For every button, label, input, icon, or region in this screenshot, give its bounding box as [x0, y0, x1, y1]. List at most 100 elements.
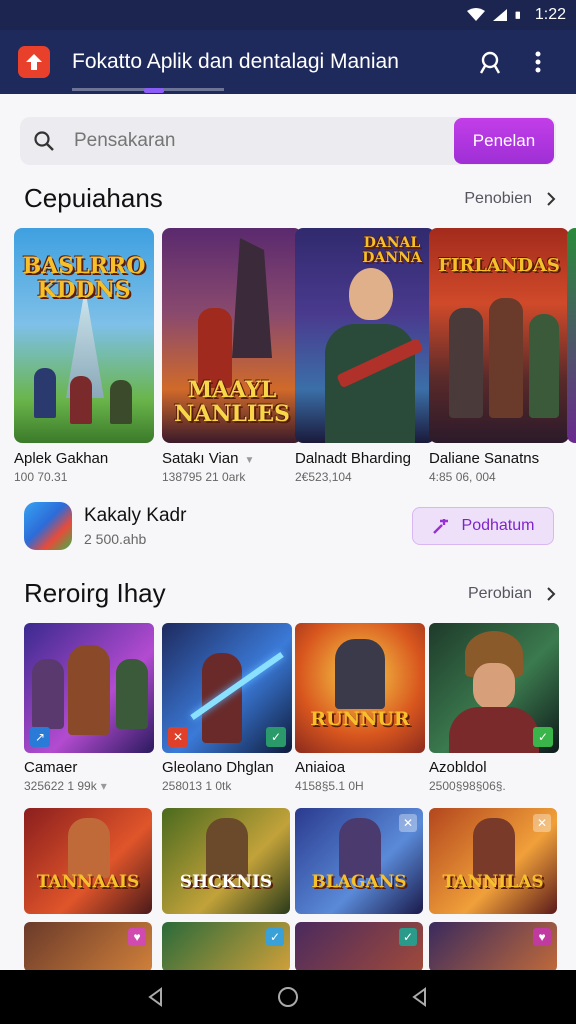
game-name: Daliane Sanatns: [429, 450, 540, 467]
game-art-title: MAAYL NANLIES: [174, 377, 290, 427]
back-icon[interactable]: [146, 987, 166, 1007]
game-tile[interactable]: ✓: [162, 922, 290, 972]
app-downloads: 2 500.ahb: [84, 531, 147, 547]
heart-badge-icon: ♥: [128, 928, 146, 946]
game-artwork: ✓: [429, 623, 559, 753]
signal-icon: [492, 9, 507, 21]
wifi-icon: [466, 8, 485, 21]
recents-icon[interactable]: [410, 987, 430, 1007]
close-badge-icon: ✕: [399, 814, 417, 832]
game-name: Aplek Gakhan: [14, 450, 109, 467]
game-name: Gleolano Dhglan: [162, 759, 274, 776]
game-meta: 2500§98§06§.: [429, 779, 506, 793]
game-artwork: BASLRRO KDDNS: [14, 228, 154, 443]
game-tile[interactable]: BLAGANS ✕: [295, 808, 423, 914]
see-more-link[interactable]: Perobian: [468, 585, 556, 603]
game-tile[interactable]: ♥: [429, 922, 557, 972]
account-button[interactable]: [470, 42, 510, 82]
section-header-trending: Reroirg Ihay Perobian: [24, 578, 556, 609]
search-bar: Penelan: [20, 117, 556, 165]
featured-card[interactable]: MAAYL NANLIES Satakı Vian ▼ 138795 21 0ar…: [162, 228, 302, 484]
game-meta: 4158§5.1 0H: [295, 779, 364, 793]
home-icon[interactable]: [277, 986, 299, 1008]
search-icon: [20, 117, 68, 165]
game-art-title: SHCKNIS: [179, 872, 273, 892]
install-button-label: Podhatum: [461, 517, 535, 534]
game-meta: 138795 21 0ark: [162, 470, 246, 484]
game-artwork: [567, 228, 576, 443]
game-art-title: TANNILAS: [442, 872, 544, 892]
check-badge-icon: ✓: [399, 928, 417, 946]
app-bar: Fokatto Aplik dan dentalagi Manian: [0, 30, 576, 94]
game-name: Satakı Vian ▼: [162, 450, 255, 467]
game-artwork: ✕ ✓: [162, 623, 292, 753]
app-logo-icon: [18, 46, 50, 78]
featured-card[interactable]: FIRLANDAS Daliane Sanatns 4:85 06, 004: [429, 228, 569, 484]
platform-badge-icon: ✕: [168, 727, 188, 747]
platform-badge-icon: ↗: [30, 727, 50, 747]
app-name: Kakaly Kadr: [84, 505, 187, 526]
game-tile[interactable]: TANNAAIS: [24, 808, 152, 914]
game-card[interactable]: RUNNUR Aniaioa 4158§5.1 0H: [295, 623, 425, 793]
featured-card-partial[interactable]: [567, 228, 576, 443]
game-art-title: TANNAAIS: [36, 872, 140, 892]
game-art-title: RUNNUR: [310, 708, 410, 730]
game-name: Aniaioa: [295, 759, 346, 776]
game-tile[interactable]: ♥: [24, 922, 152, 972]
chevron-right-icon: [547, 191, 556, 206]
tab-indicator-active: [144, 88, 164, 93]
featured-card[interactable]: DANAL DANNA Dalnadt Bharding 2€523,104: [295, 228, 435, 484]
game-card[interactable]: ✓ Azobldol 2500§98§06§.: [429, 623, 559, 793]
game-meta: 258013 1 0tk: [162, 779, 232, 793]
game-tile[interactable]: SHCKNIS: [162, 808, 290, 914]
more-options-button[interactable]: [518, 42, 558, 82]
game-meta: 4:85 06, 004: [429, 470, 496, 484]
sparkle-icon: [432, 519, 448, 534]
see-more-label: Penobien: [464, 189, 532, 207]
game-artwork: ↗: [24, 623, 154, 753]
game-meta: 325622 1 99k ▾: [24, 779, 107, 793]
game-art-title: BLAGANS: [311, 872, 407, 892]
account-icon: [479, 51, 501, 74]
see-more-link[interactable]: Penobien: [464, 190, 556, 208]
game-artwork: RUNNUR: [295, 623, 425, 753]
featured-card[interactable]: BASLRRO KDDNS Aplek Gakhan 100 70.31: [14, 228, 154, 484]
chevron-right-icon: [547, 586, 556, 601]
app-title: Fokatto Aplik dan dentalagi Manian: [72, 50, 399, 73]
app-icon: [24, 502, 72, 550]
check-badge-icon: ✓: [266, 928, 284, 946]
system-nav-bar: [0, 970, 576, 1024]
game-name: Dalnadt Bharding: [295, 450, 411, 467]
game-name: Azobldol: [429, 759, 487, 776]
featured-carousel: BASLRRO KDDNS Aplek Gakhan 100 70.31 MAA…: [14, 228, 576, 488]
game-artwork: MAAYL NANLIES: [162, 228, 302, 443]
install-button[interactable]: Podhatum: [412, 507, 554, 545]
promo-app-row[interactable]: Kakaly Kadr 2 500.ahb Podhatum: [24, 500, 554, 552]
see-more-label: Perobian: [467, 584, 532, 602]
status-bar: 1:22: [0, 0, 576, 30]
section-title: Reroirg Ihay: [24, 578, 166, 608]
game-meta: 100 70.31: [14, 470, 68, 484]
section-title: Cepuiahans: [24, 183, 163, 213]
game-tile[interactable]: TANNILAS ✕: [429, 808, 557, 914]
game-art-title: BASLRRO KDDNS: [22, 253, 146, 303]
game-tile[interactable]: ✓: [295, 922, 423, 972]
status-time: 1:22: [534, 6, 566, 23]
game-name: Camaer: [24, 759, 78, 776]
check-badge-icon: ✓: [266, 727, 286, 747]
battery-icon: [515, 11, 520, 19]
game-art-title: DANAL DANNA: [362, 235, 422, 266]
heart-badge-icon: ♥: [533, 928, 551, 946]
chevron-down-icon: ▼: [244, 455, 255, 466]
search-button[interactable]: Penelan: [454, 118, 554, 164]
game-meta: 2€523,104: [295, 470, 352, 484]
more-vert-icon: [535, 51, 541, 73]
game-card[interactable]: ✕ ✓ Gleolano Dhglan 258013 1 0tk: [162, 623, 292, 793]
close-badge-icon: ✕: [533, 814, 551, 832]
check-badge-icon: ✓: [533, 727, 553, 747]
game-card[interactable]: ↗ Camaer 325622 1 99k ▾: [24, 623, 154, 793]
section-header-featured: Cepuiahans Penobien: [24, 183, 556, 214]
game-artwork: DANAL DANNA: [295, 228, 435, 443]
search-input[interactable]: [68, 130, 454, 152]
game-artwork: FIRLANDAS: [429, 228, 569, 443]
